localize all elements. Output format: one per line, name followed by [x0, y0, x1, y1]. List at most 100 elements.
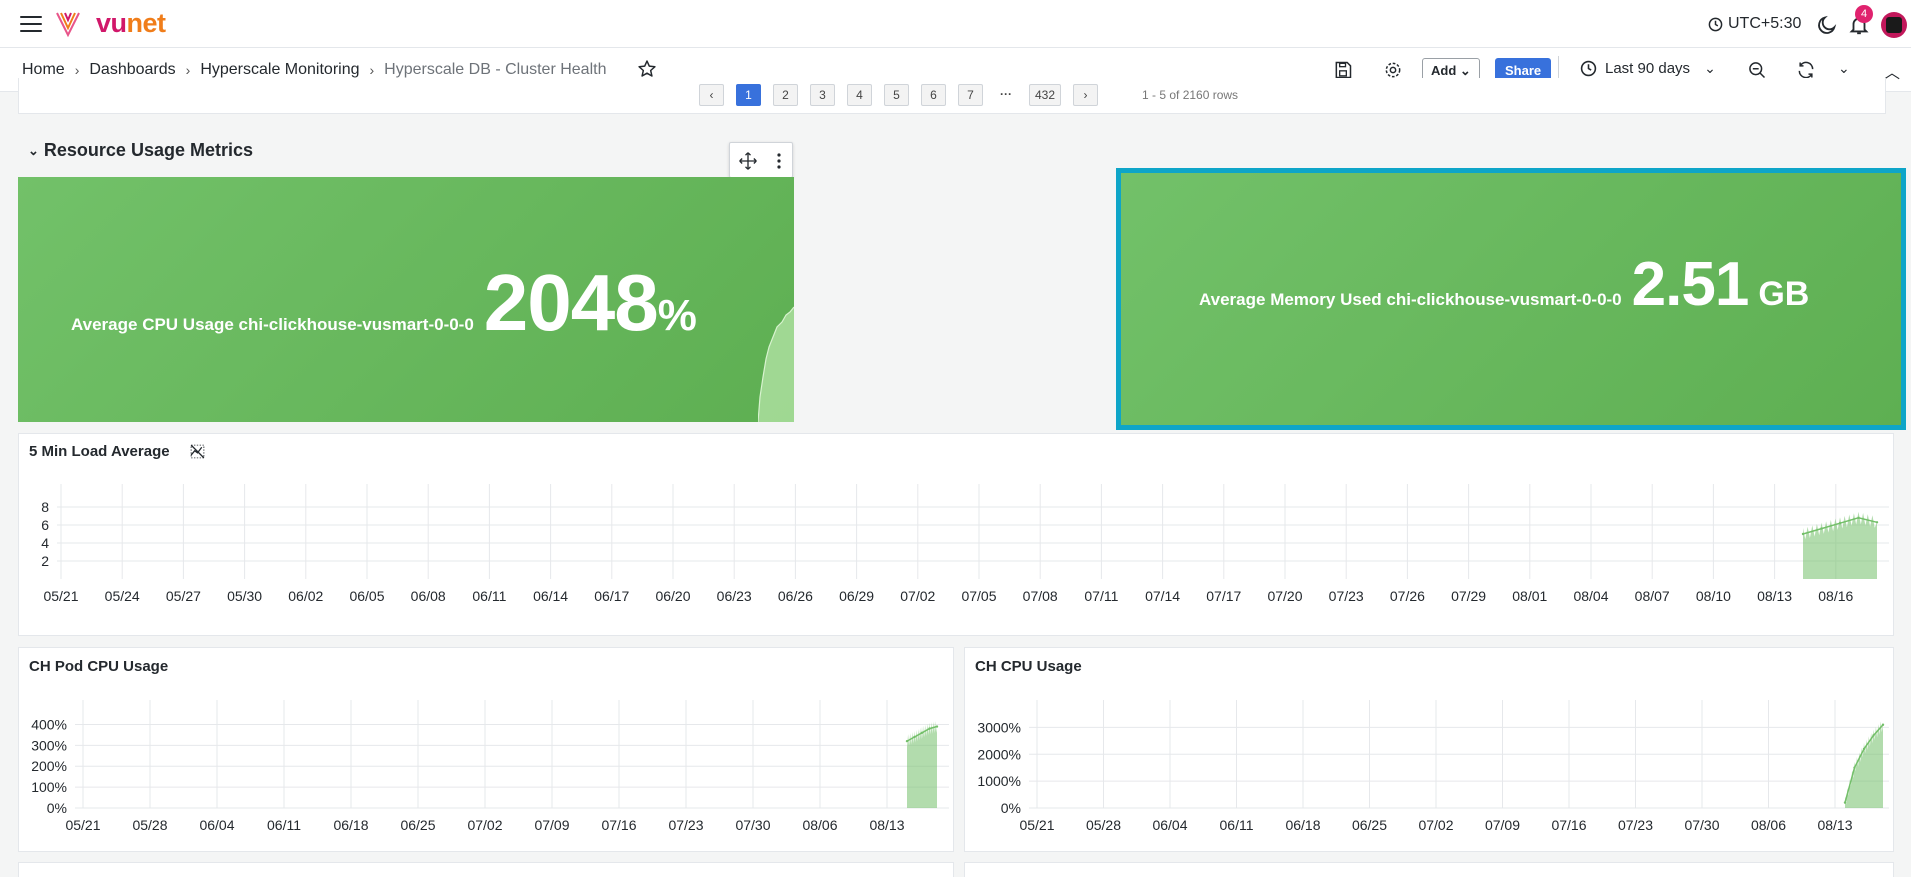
page-button[interactable]: 1 — [736, 84, 761, 106]
stat-value: 2048 — [483, 258, 659, 347]
x-tick-label: 05/21 — [43, 588, 78, 604]
chevron-down-icon: ⌄ — [1459, 63, 1471, 78]
x-tick-label: 08/01 — [1512, 588, 1547, 604]
y-tick-label: 0% — [1001, 800, 1021, 816]
next-page-button[interactable]: › — [1073, 84, 1099, 106]
x-tick-label: 05/27 — [166, 588, 201, 604]
y-tick-label: 300% — [31, 737, 67, 753]
stat-panel-cpu[interactable]: Average CPU Usage chi-clickhouse-vusmart… — [18, 177, 794, 422]
x-tick-label: 06/18 — [1285, 817, 1320, 833]
x-tick-label: 06/02 — [288, 588, 323, 604]
x-tick-label: 08/16 — [1818, 588, 1853, 604]
x-tick-label: 06/23 — [717, 588, 752, 604]
x-tick-label: 07/09 — [1485, 817, 1520, 833]
panel-ch-cpu[interactable]: CH CPU Usage 0% 1000% 2000% 3000% 05/21 05/28… — [964, 647, 1894, 852]
panel-ch-pod-cpu[interactable]: CH Pod CPU Usage 0% 100% 200% 300% 400% 05/21… — [18, 647, 954, 852]
y-tick-label: 400% — [31, 716, 67, 732]
timezone-indicator[interactable]: UTC+5:30 — [1708, 15, 1801, 33]
page-button[interactable]: 3 — [810, 84, 835, 106]
brand-logo[interactable]: vunet — [96, 8, 166, 39]
x-tick-label: 06/05 — [349, 588, 384, 604]
x-tick-label: 06/11 — [267, 817, 301, 833]
x-tick-label: 06/17 — [594, 588, 629, 604]
panel-load-average[interactable]: 5 Min Load Average 2 4 6 8 05/21 05/24 05/27 05… — [18, 433, 1894, 636]
x-tick-label: 07/26 — [1390, 588, 1425, 604]
avatar[interactable] — [1881, 12, 1907, 38]
y-tick-label: 0% — [47, 800, 67, 816]
x-tick-label: 06/08 — [411, 588, 446, 604]
x-tick-label: 05/28 — [132, 817, 167, 833]
time-range-picker[interactable]: Last 90 days ⌄ — [1580, 60, 1716, 77]
y-tick-label: 4 — [41, 535, 49, 551]
x-tick-label: 06/18 — [333, 817, 368, 833]
x-tick-label: 08/06 — [1751, 817, 1786, 833]
breadcrumb-home[interactable]: Home — [22, 61, 65, 79]
x-tick-label: 06/25 — [1352, 817, 1387, 833]
zoom-out-icon[interactable] — [1747, 60, 1767, 80]
x-tick-label: 07/23 — [1329, 588, 1364, 604]
x-tick-label: 07/05 — [961, 588, 996, 604]
y-tick-label: 2 — [41, 553, 49, 569]
pagination: ‹ 1 2 3 4 5 6 7 ··· 432 › — [699, 84, 1099, 106]
x-tick-label: 07/17 — [1206, 588, 1241, 604]
x-tick-label: 07/02 — [467, 817, 502, 833]
panel-ch-pod-memory[interactable] — [18, 862, 954, 877]
clock-icon — [1580, 60, 1597, 77]
x-tick-label: 06/04 — [199, 817, 234, 833]
clock-icon — [1708, 17, 1723, 31]
x-tick-label: 08/06 — [802, 817, 837, 833]
page-button[interactable]: 5 — [884, 84, 909, 106]
more-vertical-icon[interactable] — [776, 152, 782, 170]
x-tick-label: 08/07 — [1635, 588, 1670, 604]
x-tick-label: 07/02 — [1418, 817, 1453, 833]
breadcrumb-current: Hyperscale DB - Cluster Health — [384, 61, 607, 78]
x-tick-label: 07/20 — [1267, 588, 1302, 604]
move-icon[interactable] — [738, 151, 758, 171]
chevron-down-icon: ⌄ — [28, 142, 39, 158]
vunet-logo-icon — [56, 12, 80, 38]
x-tick-label: 07/02 — [900, 588, 935, 604]
last-page-button[interactable]: 432 — [1029, 84, 1062, 106]
x-tick-label: 07/16 — [1551, 817, 1586, 833]
x-tick-label: 07/30 — [735, 817, 770, 833]
ch-cpu-chart: 0% 1000% 2000% 3000% 05/21 05/28 06/04 06/11 06/… — [977, 700, 1889, 833]
x-tick-label: 06/14 — [533, 588, 568, 604]
page-button[interactable]: 6 — [921, 84, 946, 106]
x-tick-label: 07/29 — [1451, 588, 1486, 604]
x-tick-label: 07/11 — [1084, 588, 1118, 604]
page-button[interactable]: 7 — [958, 84, 983, 106]
x-tick-label: 06/11 — [1220, 817, 1254, 833]
save-icon[interactable] — [1333, 60, 1353, 80]
selected-panel-highlight — [1116, 168, 1906, 430]
stat-unit: % — [657, 291, 697, 340]
refresh-icon[interactable] — [1796, 60, 1816, 80]
star-icon[interactable] — [637, 59, 657, 79]
page-button[interactable]: 4 — [847, 84, 872, 106]
sparkline — [758, 306, 794, 422]
x-tick-label: 07/23 — [668, 817, 703, 833]
row-title: Resource Usage Metrics — [43, 140, 253, 160]
row-header[interactable]: ⌄ Resource Usage Metrics — [28, 140, 253, 161]
x-tick-label: 06/20 — [655, 588, 690, 604]
x-tick-label: 08/04 — [1573, 588, 1608, 604]
x-tick-label: 07/16 — [601, 817, 636, 833]
panel-ch-memory[interactable] — [964, 862, 1894, 877]
breadcrumb-dashboards[interactable]: Dashboards — [89, 61, 175, 79]
breadcrumb: Home › Dashboards › Hyperscale Monitorin… — [22, 61, 606, 79]
x-tick-label: 05/21 — [1019, 817, 1054, 833]
collapse-chevron-up-icon[interactable]: ︿ — [1884, 59, 1900, 83]
moon-icon[interactable] — [1816, 14, 1838, 36]
series-area — [907, 721, 937, 808]
gear-icon[interactable] — [1383, 60, 1403, 80]
x-tick-label: 06/29 — [839, 588, 874, 604]
top-navbar: vunet UTC+5:30 4 — [0, 0, 1911, 48]
y-tick-label: 100% — [31, 779, 67, 795]
x-tick-label: 06/26 — [778, 588, 813, 604]
menu-icon[interactable] — [20, 16, 42, 32]
page-button[interactable]: 2 — [773, 84, 798, 106]
y-tick-label: 8 — [41, 499, 49, 515]
pagination-ellipsis: ··· — [1000, 87, 1012, 101]
breadcrumb-folder[interactable]: Hyperscale Monitoring — [200, 61, 359, 79]
refresh-interval-chevron-icon[interactable]: ⌄ — [1838, 60, 1850, 77]
prev-page-button[interactable]: ‹ — [699, 84, 724, 106]
